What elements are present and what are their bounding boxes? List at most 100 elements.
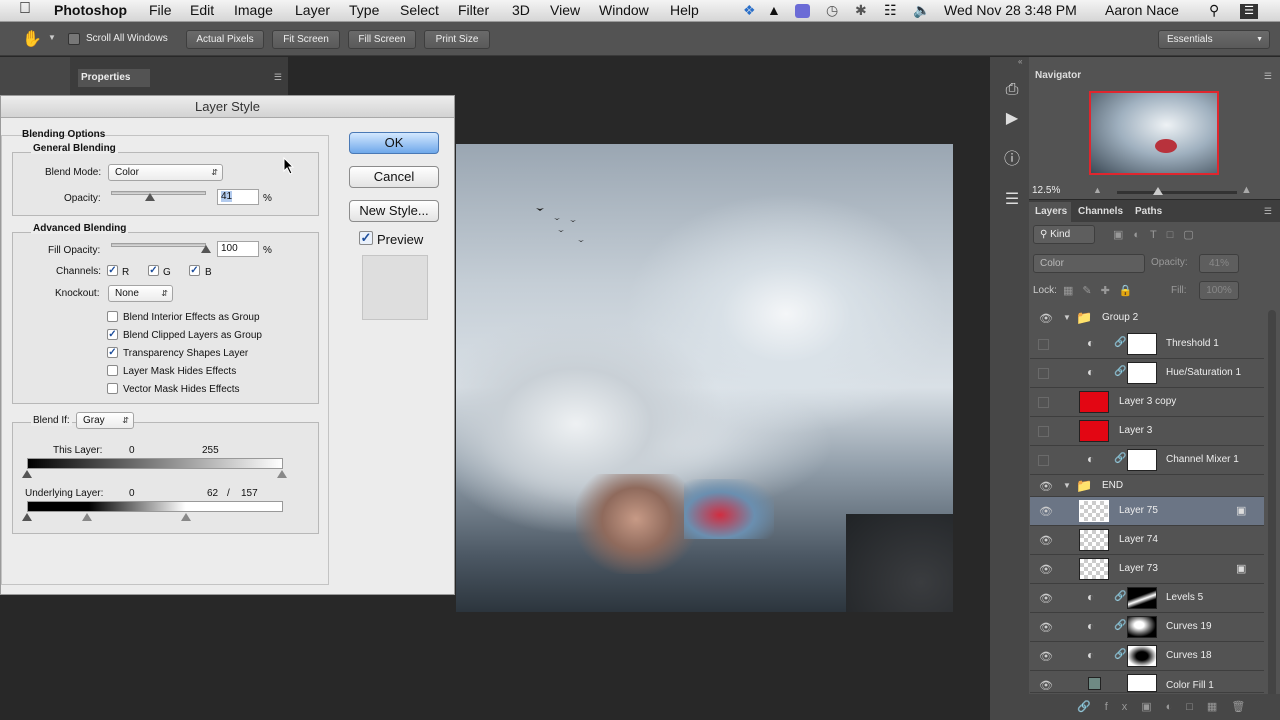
underlying-split-thumb-a[interactable] [82, 513, 92, 521]
dropbox-icon[interactable]: ❖ [743, 2, 756, 19]
menu-help[interactable]: Help [670, 2, 699, 18]
adjustments-icon[interactable]: ☰ [997, 186, 1027, 214]
layer-thumb[interactable] [1079, 391, 1109, 413]
vector-mask-hides-checkbox[interactable] [107, 383, 118, 394]
scroll-all-checkbox[interactable] [68, 33, 80, 45]
paths-tab[interactable]: Paths [1135, 206, 1162, 217]
print-size-button[interactable]: Print Size [424, 30, 490, 49]
visibility-eye-icon[interactable]: 👁 [1039, 679, 1053, 692]
menu-file[interactable]: File [149, 2, 172, 18]
apple-icon[interactable]:  [19, 0, 31, 18]
channel-g-checkbox[interactable]: ✓ [148, 265, 159, 276]
layer-name[interactable]: Layer 75 [1119, 505, 1158, 516]
fill-opacity-slider-thumb[interactable] [201, 245, 211, 253]
layer-mask-thumb[interactable] [1127, 333, 1157, 355]
opacity-slider[interactable] [111, 191, 206, 195]
blend-if-select[interactable]: Gray ⇵ [76, 412, 134, 429]
layer-row[interactable]: 👁 ◐ 🔗 Curves 18 [1030, 642, 1264, 671]
collapse-dock-icon[interactable]: « [1018, 57, 1022, 66]
layer-mask-thumb[interactable] [1127, 449, 1157, 471]
hand-tool-icon[interactable]: ✋ [22, 29, 42, 49]
knockout-select[interactable]: None ⇵ [108, 285, 173, 302]
time-machine-icon[interactable]: ◷ [826, 2, 838, 19]
layer-row[interactable]: 👁 ▼ 📁 END [1030, 475, 1264, 497]
history-icon[interactable]: ⎙ [997, 76, 1027, 104]
this-layer-white-thumb[interactable] [277, 470, 287, 478]
layer-mask-thumb[interactable] [1127, 362, 1157, 384]
layer-fill-field[interactable]: 100% [1199, 281, 1239, 300]
layer-row[interactable]: ◐ 🔗 Threshold 1 [1030, 330, 1264, 359]
layer-row[interactable]: ◐ 🔗 Channel Mixer 1 [1030, 446, 1264, 475]
new-style-button[interactable]: New Style... [349, 200, 439, 222]
filter-type-icons[interactable]: ▣◐T□▢ [1113, 228, 1204, 241]
mask-link-icon[interactable]: 🔗 [1114, 591, 1126, 602]
document-canvas[interactable] [456, 144, 953, 612]
layers-scrollbar[interactable] [1268, 310, 1276, 705]
layer-row[interactable]: 👁 ▼ 📁 Group 2 [1030, 304, 1264, 333]
bluetooth-icon[interactable]: ✱ [855, 2, 867, 19]
layer-row[interactable]: 👁 ◐ 🔗 Levels 5 [1030, 584, 1264, 613]
visibility-eye-icon[interactable]: 👁 [1039, 592, 1053, 605]
layer-mask-thumb[interactable] [1127, 674, 1157, 692]
visibility-eye-icon[interactable]: 👁 [1039, 534, 1053, 547]
layer-thumb[interactable] [1079, 558, 1109, 580]
layer-thumb[interactable] [1079, 500, 1109, 522]
layer-mask-thumb[interactable] [1127, 616, 1157, 638]
blend-clipped-checkbox[interactable]: ✓ [107, 329, 118, 340]
wifi-icon[interactable]: ☷ [884, 2, 897, 19]
menu-user[interactable]: Aaron Nace [1105, 2, 1179, 18]
blend-interior-checkbox[interactable] [107, 311, 118, 322]
layer-name[interactable]: Threshold 1 [1166, 338, 1219, 349]
menu-type[interactable]: Type [349, 2, 379, 18]
blend-mode-select[interactable]: Color ⇵ [108, 164, 223, 181]
visibility-eye-icon[interactable]: 👁 [1039, 650, 1053, 663]
info-icon[interactable]: ⓘ [997, 146, 1027, 174]
menu-edit[interactable]: Edit [190, 2, 214, 18]
channel-b-checkbox[interactable]: ✓ [189, 265, 200, 276]
mask-link-icon[interactable]: 🔗 [1114, 337, 1126, 348]
fit-screen-button[interactable]: Fit Screen [272, 30, 340, 49]
visibility-off-box[interactable] [1038, 397, 1049, 408]
visibility-eye-icon[interactable]: 👁 [1039, 563, 1053, 576]
fill-color-swatch[interactable] [1088, 677, 1101, 690]
visibility-eye-icon[interactable]: 👁 [1039, 480, 1053, 493]
preview-checkbox[interactable]: ✓ [359, 231, 373, 245]
volume-icon[interactable]: 🔈 [913, 2, 930, 19]
menu-window[interactable]: Window [599, 2, 649, 18]
layer-thumb[interactable] [1079, 529, 1109, 551]
layer-name[interactable]: Color Fill 1 [1166, 680, 1214, 691]
channels-tab[interactable]: Channels [1078, 206, 1123, 217]
notification-icon[interactable]: ☰ [1240, 4, 1258, 19]
layer-row-selected[interactable]: 👁 Layer 75 ▣ [1030, 497, 1264, 526]
layer-row[interactable]: 👁 Color Fill 1 [1030, 671, 1264, 693]
navigator-zoom-value[interactable]: 12.5% [1032, 185, 1060, 196]
mask-link-icon[interactable]: 🔗 [1114, 649, 1126, 660]
opacity-input[interactable]: 41 [217, 189, 259, 205]
layer-row[interactable]: Layer 3 copy [1030, 388, 1264, 417]
visibility-eye-icon[interactable]: 👁 [1039, 312, 1053, 325]
visibility-eye-icon[interactable]: 👁 [1039, 621, 1053, 634]
group-disclosure-icon[interactable]: ▼ [1063, 313, 1071, 322]
fill-opacity-input[interactable]: 100 [217, 241, 259, 257]
dialog-title[interactable]: Layer Style [1, 96, 454, 118]
cancel-button[interactable]: Cancel [349, 166, 439, 188]
visibility-off-box[interactable] [1038, 426, 1049, 437]
visibility-off-box[interactable] [1038, 368, 1049, 379]
lock-icons[interactable]: ▦✎✚🔒 [1063, 284, 1142, 297]
transparency-shapes-checkbox[interactable]: ✓ [107, 347, 118, 358]
layers-footer-icons[interactable]: 🔗fx▣◐□▦🗑 [1029, 694, 1280, 720]
layer-mask-thumb[interactable] [1127, 587, 1157, 609]
workspace-select[interactable]: Essentials ▼ [1158, 30, 1270, 49]
fill-opacity-slider[interactable] [111, 243, 206, 247]
navigator-thumbnail[interactable] [1089, 91, 1219, 175]
layer-row[interactable]: 👁 Layer 73 ▣ [1030, 555, 1264, 584]
layer-mask-hides-checkbox[interactable] [107, 365, 118, 376]
tool-preset-chevron-icon[interactable]: ▼ [48, 33, 56, 42]
layer-name[interactable]: Group 2 [1102, 312, 1138, 323]
layer-name[interactable]: Levels 5 [1166, 592, 1203, 603]
mask-link-icon[interactable]: 🔗 [1114, 620, 1126, 631]
navigator-zoom-thumb[interactable] [1153, 187, 1163, 195]
this-layer-black-thumb[interactable] [22, 470, 32, 478]
visibility-off-box[interactable] [1038, 339, 1049, 350]
zoom-in-icon[interactable]: ▲ [1241, 184, 1252, 196]
